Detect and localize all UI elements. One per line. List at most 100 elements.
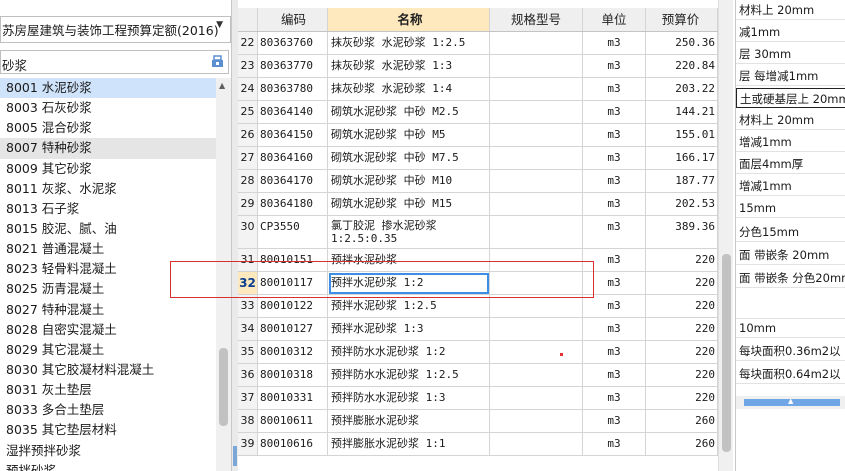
row-index[interactable]: 22 xyxy=(238,32,258,54)
name-cell[interactable]: 预拌膨胀水泥砂浆 1:1 xyxy=(328,433,490,455)
category-item[interactable]: 8028 自密实混凝土 xyxy=(0,320,216,340)
spec-cell[interactable] xyxy=(490,249,583,271)
spec-cell[interactable] xyxy=(490,387,583,409)
unit-cell[interactable]: m3 xyxy=(583,147,646,169)
splitter-grip[interactable] xyxy=(233,446,237,466)
quota-item[interactable]: 层 每增减1mm xyxy=(736,66,845,86)
category-item[interactable]: 8033 多合土垫层 xyxy=(0,400,216,420)
scrollbar-thumb[interactable] xyxy=(722,254,731,452)
unit-cell[interactable]: m3 xyxy=(583,78,646,100)
scrollbar-thumb[interactable] xyxy=(219,348,228,426)
spec-cell[interactable] xyxy=(490,193,583,215)
quota-item[interactable]: 面 带嵌条 分色20mm xyxy=(736,268,845,288)
price-cell[interactable]: 220 xyxy=(646,387,718,409)
horizontal-scrollbar[interactable]: ▲ xyxy=(736,396,845,409)
row-index[interactable]: 30 xyxy=(238,216,258,248)
quota-item[interactable]: 分色15mm xyxy=(736,222,845,242)
category-item[interactable]: 8007 特种砂浆 xyxy=(0,138,216,159)
row-index[interactable]: 26 xyxy=(238,124,258,146)
unit-cell[interactable]: m3 xyxy=(583,387,646,409)
price-cell[interactable]: 203.22 xyxy=(646,78,718,100)
price-cell[interactable]: 220 xyxy=(646,341,718,363)
code-cell[interactable]: 80010318 xyxy=(258,364,328,386)
category-item[interactable]: 8015 胶泥、腻、油 xyxy=(0,219,216,239)
unit-cell[interactable]: m3 xyxy=(583,32,646,54)
code-cell[interactable]: 80364140 xyxy=(258,101,328,123)
table-row[interactable]: 33 80010122 预拌水泥砂浆 1:2.5 m3 220 xyxy=(238,295,718,318)
quota-item[interactable]: 材料上 20mm xyxy=(736,110,845,130)
category-item[interactable]: 湿拌预拌砂浆 xyxy=(0,441,216,461)
category-item[interactable]: 8029 其它混凝土 xyxy=(0,340,216,360)
header-name[interactable]: 名称 xyxy=(328,8,490,31)
price-cell[interactable]: 389.36 xyxy=(646,216,718,248)
table-scrollbar[interactable] xyxy=(718,0,733,471)
category-scrollbar[interactable]: ▲ xyxy=(216,78,231,471)
category-item[interactable]: 8001 水泥砂浆 xyxy=(0,78,216,99)
name-cell[interactable]: 砌筑水泥砂浆 中砂 M15 xyxy=(328,193,490,215)
search-input[interactable]: 砂浆 xyxy=(0,50,229,74)
chevron-down-icon[interactable]: ▼ xyxy=(216,20,223,30)
filter-tool-icon[interactable] xyxy=(211,55,224,68)
row-index[interactable]: 33 xyxy=(238,295,258,317)
code-cell[interactable]: 80010151 xyxy=(258,249,328,271)
unit-cell[interactable]: m3 xyxy=(583,295,646,317)
quota-library-select[interactable]: 苏房屋建筑与装饰工程预算定额(2016) ▼ xyxy=(0,16,231,43)
row-index[interactable]: 27 xyxy=(238,147,258,169)
price-cell[interactable]: 220 xyxy=(646,249,718,271)
code-cell[interactable]: 80364160 xyxy=(258,147,328,169)
table-row[interactable]: 30 CP3550 氯丁胶泥 掺水泥砂浆 1:2.5:0.35 m3 389.36 xyxy=(238,216,718,249)
category-item[interactable]: 8005 混合砂浆 xyxy=(0,118,216,138)
unit-cell[interactable]: m3 xyxy=(583,272,646,294)
category-item[interactable]: 预拌砂浆 xyxy=(0,461,216,471)
price-cell[interactable]: 220.84 xyxy=(646,55,718,77)
name-cell[interactable]: 预拌防水水泥砂浆 1:3 xyxy=(328,387,490,409)
name-cell[interactable]: 抹灰砂浆 水泥砂浆 1:4 xyxy=(328,78,490,100)
spec-cell[interactable] xyxy=(490,216,583,248)
code-cell[interactable]: 80363770 xyxy=(258,55,328,77)
unit-cell[interactable]: m3 xyxy=(583,410,646,432)
name-cell[interactable]: 抹灰砂浆 水泥砂浆 1:2.5 xyxy=(328,32,490,54)
spec-cell[interactable] xyxy=(490,147,583,169)
code-cell[interactable]: 80364150 xyxy=(258,124,328,146)
price-cell[interactable]: 187.77 xyxy=(646,170,718,192)
name-cell[interactable]: 氯丁胶泥 掺水泥砂浆 1:2.5:0.35 xyxy=(328,216,490,248)
table-row[interactable]: 37 80010331 预拌防水水泥砂浆 1:3 m3 220 xyxy=(238,387,718,410)
code-cell[interactable]: 80010122 xyxy=(258,295,328,317)
spec-cell[interactable] xyxy=(490,32,583,54)
quota-item[interactable]: 土或硬基层上 20mm xyxy=(736,88,845,108)
table-row[interactable]: 36 80010318 预拌防水水泥砂浆 1:2.5 m3 220 xyxy=(238,364,718,387)
header-price[interactable]: 预算价 xyxy=(646,8,718,31)
table-row[interactable]: 31 80010151 预拌水泥砂浆 m3 220 xyxy=(238,249,718,272)
spec-cell[interactable] xyxy=(490,341,583,363)
table-row[interactable]: 32 80010117 预拌水泥砂浆 1:2 m3 220 xyxy=(238,272,718,295)
price-cell[interactable]: 220 xyxy=(646,272,718,294)
unit-cell[interactable]: m3 xyxy=(583,55,646,77)
table-row[interactable]: 34 80010127 预拌水泥砂浆 1:3 m3 220 xyxy=(238,318,718,341)
row-index[interactable]: 23 xyxy=(238,55,258,77)
row-index[interactable]: 32 xyxy=(238,272,258,294)
quota-item[interactable]: 10mm xyxy=(736,318,845,338)
header-spec[interactable]: 规格型号 xyxy=(490,8,583,31)
spec-cell[interactable] xyxy=(490,124,583,146)
table-row[interactable]: 24 80363780 抹灰砂浆 水泥砂浆 1:4 m3 203.22 xyxy=(238,78,718,101)
category-item[interactable]: 8009 其它砂浆 xyxy=(0,159,216,179)
spec-cell[interactable] xyxy=(490,101,583,123)
category-item[interactable]: 8023 轻骨料混凝土 xyxy=(0,259,216,279)
code-cell[interactable]: 80010616 xyxy=(258,433,328,455)
category-item[interactable]: 8027 特种混凝土 xyxy=(0,300,216,320)
spec-cell[interactable] xyxy=(490,55,583,77)
spec-cell[interactable] xyxy=(490,295,583,317)
table-row[interactable]: 23 80363770 抹灰砂浆 水泥砂浆 1:3 m3 220.84 xyxy=(238,55,718,78)
price-cell[interactable]: 202.53 xyxy=(646,193,718,215)
code-cell[interactable]: CP3550 xyxy=(258,216,328,248)
row-index[interactable]: 35 xyxy=(238,341,258,363)
row-index[interactable]: 28 xyxy=(238,170,258,192)
spec-cell[interactable] xyxy=(490,272,583,294)
quota-item[interactable]: 每块面积0.36m2以 xyxy=(736,341,845,361)
price-cell[interactable]: 260 xyxy=(646,433,718,455)
unit-cell[interactable]: m3 xyxy=(583,341,646,363)
code-cell[interactable]: 80010312 xyxy=(258,341,328,363)
table-row[interactable]: 35 80010312 预拌防水水泥砂浆 1:2 m3 220 xyxy=(238,341,718,364)
row-index[interactable]: 37 xyxy=(238,387,258,409)
quota-item[interactable]: 增减1mm xyxy=(736,132,845,152)
